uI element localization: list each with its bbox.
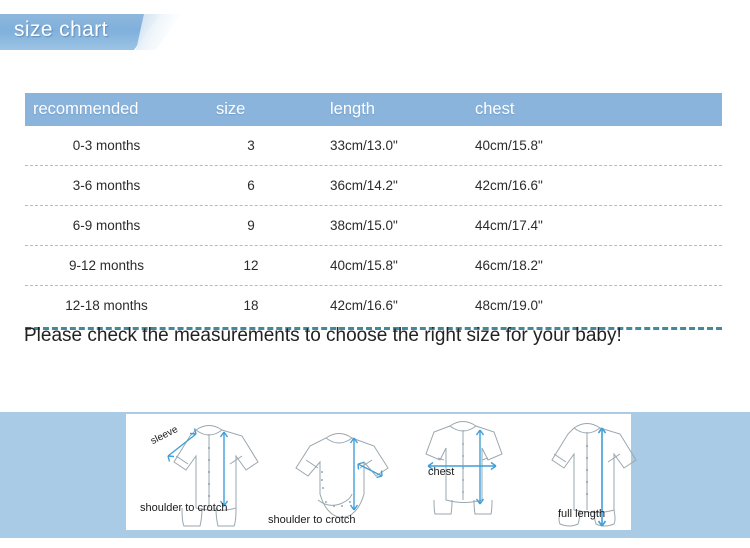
cell-length: 36cm/14.2" — [330, 178, 398, 193]
table-row: 6-9 months 9 38cm/15.0" 44cm/17.4" — [25, 206, 722, 245]
bodysuit-icon — [295, 433, 389, 518]
row-separator — [25, 165, 722, 166]
column-header-recommended: recommended — [33, 100, 139, 118]
table-body: 0-3 months 3 33cm/13.0" 40cm/15.8" 3-6 m… — [25, 126, 722, 330]
figure-bodysuit: shoulder to crotch — [268, 414, 404, 530]
banner-tail-decoration — [136, 14, 182, 50]
page-title-banner: size chart — [0, 14, 182, 50]
row-separator — [25, 205, 722, 206]
figure-label: chest — [428, 466, 455, 478]
figure-label: full length — [558, 508, 606, 520]
cell-recommended: 9-12 months — [68, 258, 145, 273]
cell-recommended: 6-9 months — [72, 218, 141, 233]
cell-length: 33cm/13.0" — [330, 138, 398, 153]
figure-long-sleeve-romper: sleeve shoulder to crotch — [140, 414, 274, 530]
cell-recommended: 0-3 months — [72, 138, 141, 153]
short-sleeve-romper-icon — [425, 421, 503, 515]
table-header-row: recommended size length chest — [25, 93, 722, 126]
cell-length: 40cm/15.8" — [330, 258, 398, 273]
cell-chest: 40cm/15.8" — [475, 138, 543, 153]
size-table: recommended size length chest 0-3 months… — [25, 93, 722, 330]
figure-short-sleeve-romper: chest — [404, 414, 522, 530]
cell-length: 38cm/15.0" — [330, 218, 398, 233]
figure-label: shoulder to crotch — [268, 514, 356, 526]
garment-illustrations: sleeve shoulder to crotch shoulder to cr… — [126, 414, 637, 530]
cell-size: 12 — [243, 258, 259, 273]
table-row: 12-18 months 18 42cm/16.6" 48cm/19.0" — [25, 286, 722, 325]
cell-chest: 42cm/16.6" — [475, 178, 543, 193]
size-chart-page: size chart recommended size length chest… — [0, 0, 750, 548]
cell-size: 9 — [247, 218, 255, 233]
cell-chest: 46cm/18.2" — [475, 258, 543, 273]
cell-size: 18 — [243, 298, 259, 313]
cell-chest: 48cm/19.0" — [475, 298, 543, 313]
column-header-chest: chest — [475, 100, 515, 118]
cell-recommended: 3-6 months — [72, 178, 141, 193]
cell-size: 3 — [247, 138, 255, 153]
cell-chest: 44cm/17.4" — [475, 218, 543, 233]
table-row: 9-12 months 12 40cm/15.8" 46cm/18.2" — [25, 246, 722, 285]
column-header-length: length — [330, 100, 375, 118]
cell-size: 6 — [247, 178, 255, 193]
table-row: 3-6 months 6 36cm/14.2" 42cm/16.6" — [25, 166, 722, 205]
measurement-note: Please check the measurements to choose … — [24, 325, 622, 346]
cell-recommended: 12-18 months — [65, 298, 148, 313]
column-header-size: size — [216, 100, 246, 118]
figure-footed-romper: full length — [522, 414, 652, 530]
page-title: size chart — [14, 18, 108, 41]
cell-length: 42cm/16.6" — [330, 298, 398, 313]
row-separator — [25, 245, 722, 246]
figure-label: shoulder to crotch — [140, 502, 228, 514]
table-row: 0-3 months 3 33cm/13.0" 40cm/15.8" — [25, 126, 722, 165]
row-separator — [25, 285, 722, 286]
